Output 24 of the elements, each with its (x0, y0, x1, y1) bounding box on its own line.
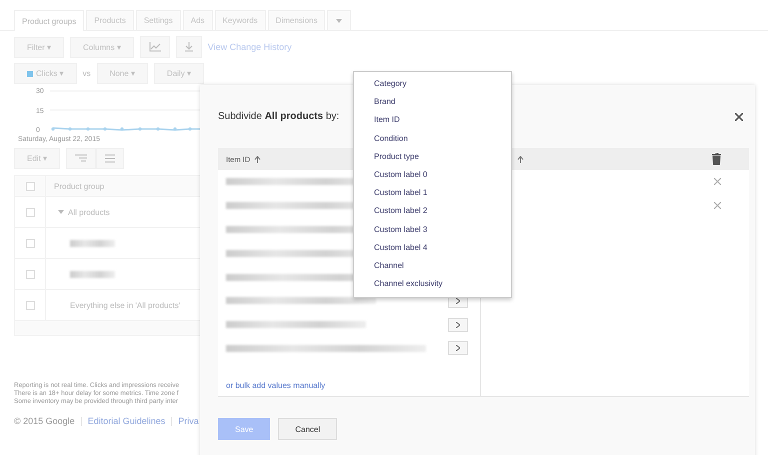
dialog-title: Subdivide All products by: (218, 111, 340, 122)
menu-item[interactable]: Product type (354, 148, 511, 166)
menu-item[interactable]: Category (354, 75, 511, 94)
copyright-text: © 2015 Google (14, 416, 75, 426)
view-change-history-link[interactable]: View Change History (208, 42, 292, 52)
footer-link[interactable]: Priva (178, 416, 199, 426)
menu-item[interactable]: Brand (354, 93, 511, 112)
menu-item[interactable]: Channel exclusivity (354, 275, 511, 294)
menu-item[interactable]: Custom label 1 (354, 184, 511, 202)
tab[interactable]: Product groups (14, 10, 84, 31)
group-label[interactable]: Everything else in 'All products' (70, 300, 180, 310)
menu-item[interactable]: Custom label 3 (354, 220, 511, 239)
menu-item[interactable]: Custom label 2 (354, 202, 511, 221)
cancel-button[interactable]: Cancel (278, 418, 338, 440)
menu-item[interactable]: Condition (354, 130, 511, 148)
column-header[interactable]: Product group (46, 182, 104, 190)
footer-link[interactable]: Editorial Guidelines (88, 416, 166, 426)
bulk-add-link[interactable]: or bulk add values manually (226, 381, 480, 390)
menu-item[interactable]: Channel (354, 257, 511, 276)
menu-item[interactable]: Item ID (354, 111, 511, 130)
menu-item[interactable]: Custom label 0 (354, 166, 511, 184)
vs-label: vs (82, 69, 91, 78)
menu-item[interactable]: Custom label 4 (354, 238, 511, 258)
group-label[interactable]: All products (68, 208, 110, 216)
